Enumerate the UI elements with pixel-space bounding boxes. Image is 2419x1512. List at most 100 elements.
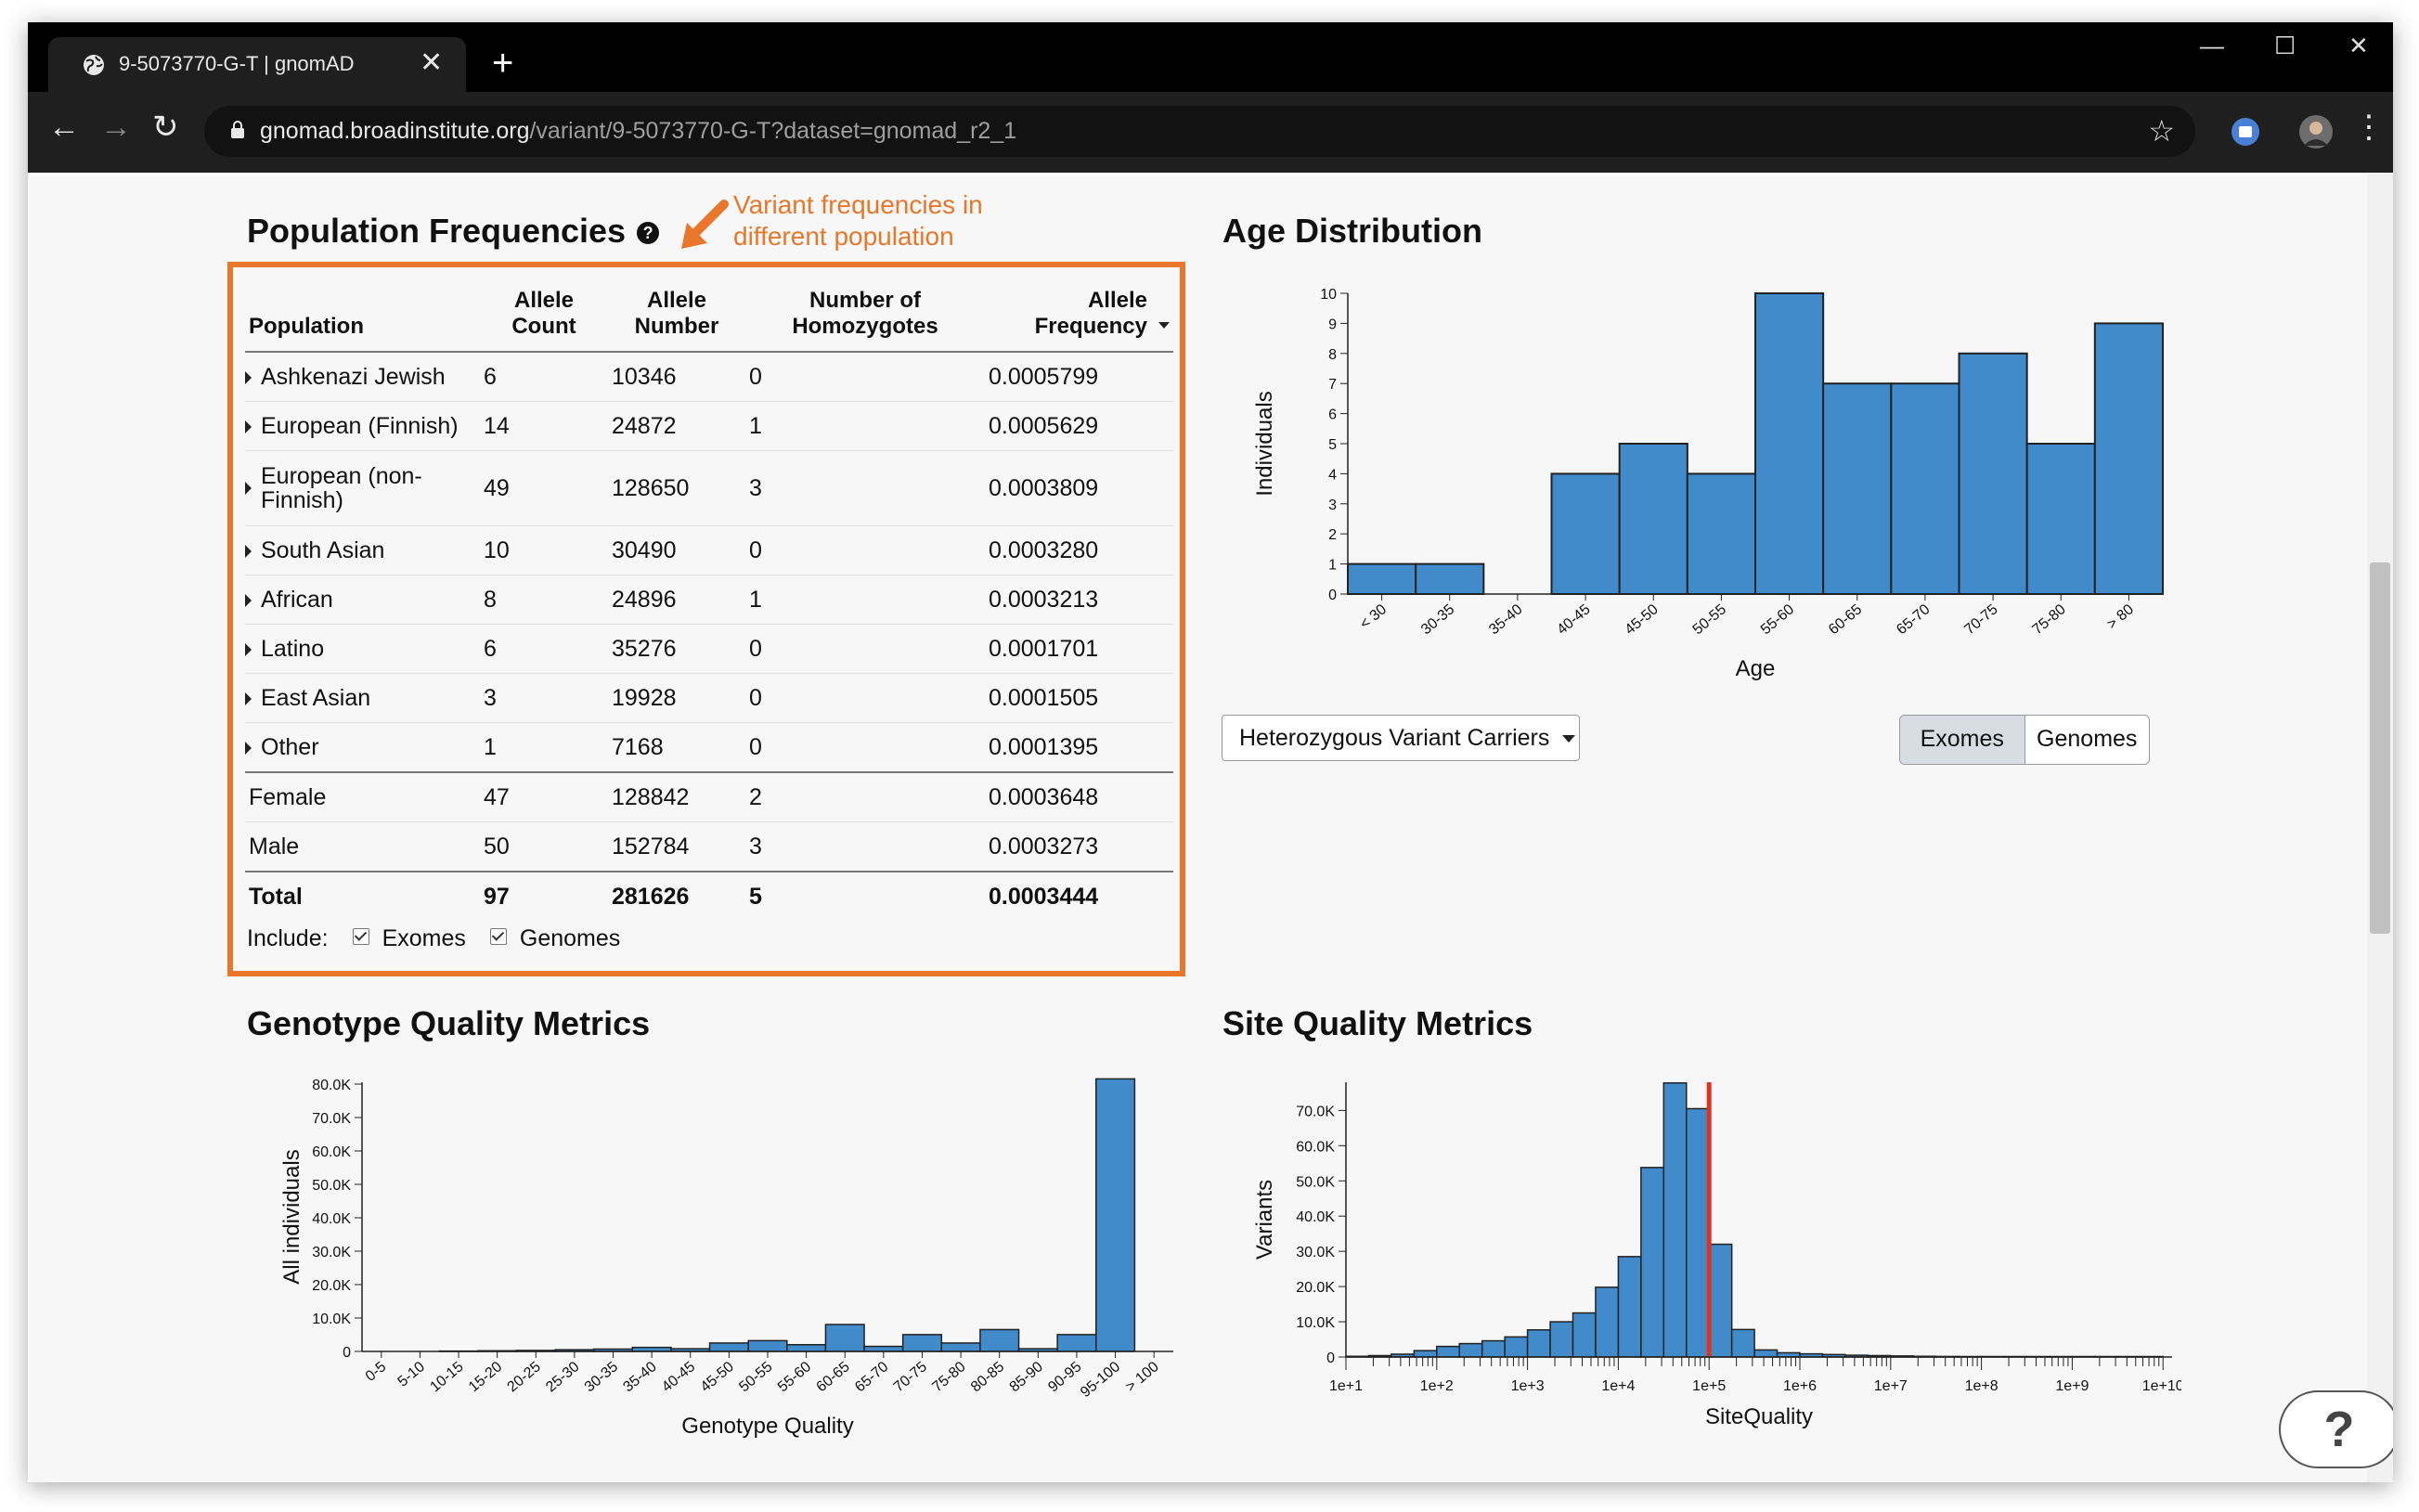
allele-number-cell: 30490 <box>608 525 745 575</box>
minimize-icon[interactable]: — <box>2200 32 2224 59</box>
scrollbar-thumb[interactable] <box>2370 562 2390 934</box>
help-button[interactable]: ? <box>2279 1390 2393 1468</box>
allele-number-cell: 35276 <box>608 624 745 674</box>
table-row[interactable]: European (Finnish) 14 24872 1 0.0005629 <box>245 401 1173 451</box>
expand-caret-icon[interactable] <box>245 370 252 384</box>
allele-number-cell-text: 35276 <box>612 635 677 662</box>
chart-bar <box>1618 443 1688 595</box>
toggle-genomes[interactable]: Genomes <box>2025 716 2150 764</box>
allele-frequency-cell-text: 0.0001395 <box>989 733 1099 760</box>
allele-count-cell: 49 <box>480 450 608 526</box>
x-tick-label: 60-65 <box>814 1359 853 1395</box>
bookmark-star-icon[interactable]: ☆ <box>2148 113 2175 149</box>
allele-count-cell: 14 <box>480 401 608 451</box>
allele-frequency-cell-text: 0.0003280 <box>989 536 1099 563</box>
homozygotes-cell: 0 <box>745 624 985 674</box>
x-axis-label: Genotype Quality <box>681 1414 853 1439</box>
population-cell: African <box>245 575 480 625</box>
include-label: Include: <box>247 925 329 951</box>
window-close-icon[interactable]: ✕ <box>2348 32 2369 59</box>
allele-frequency-cell-text: 0.0003444 <box>989 883 1099 910</box>
dataset-toggle: Exomes Genomes <box>1899 715 2150 765</box>
table-row[interactable]: South Asian 10 30490 0 0.0003280 <box>245 525 1173 575</box>
allele-number-cell-text: 24896 <box>612 586 677 613</box>
expand-caret-icon[interactable] <box>245 642 252 656</box>
new-tab-button[interactable]: + <box>492 45 513 82</box>
header-allele-number-line2: Number <box>634 314 719 339</box>
population-cell-text: African <box>261 586 333 613</box>
table-row[interactable]: Ashkenazi Jewish 6 10346 0 0.0005799 <box>245 352 1173 402</box>
maximize-icon[interactable]: ☐ <box>2274 32 2296 59</box>
toggle-exomes[interactable]: Exomes <box>1900 716 2025 764</box>
x-tick-label: 1e+9 <box>2055 1378 2089 1394</box>
table-header-row: Population Allele Count Allele Number Numb… <box>245 271 1173 353</box>
homozygotes-cell-text: 0 <box>749 363 762 390</box>
expand-caret-icon[interactable] <box>245 593 252 607</box>
allele-number-cell-text: 30490 <box>612 536 677 563</box>
x-tick-label: 30-35 <box>582 1359 621 1395</box>
table-row[interactable]: East Asian 3 19928 0 0.0001505 <box>245 673 1173 723</box>
homozygotes-cell-text: 5 <box>749 883 762 910</box>
x-tick-label: 30-35 <box>1418 601 1457 638</box>
scrollbar-track[interactable] <box>2367 173 2393 1482</box>
table-row[interactable]: Latino 6 35276 0 0.0001701 <box>245 624 1173 674</box>
exomes-checkbox[interactable] <box>352 928 369 946</box>
help-icon[interactable]: ? <box>637 222 660 245</box>
header-allele-count[interactable]: Allele Count <box>480 271 608 353</box>
expand-caret-icon[interactable] <box>245 691 252 705</box>
header-population[interactable]: Population <box>245 271 480 353</box>
expand-caret-icon[interactable] <box>245 420 252 433</box>
allele-number-cell-text: 24872 <box>612 412 677 439</box>
x-tick-label: 45-50 <box>1623 601 1662 638</box>
header-homozygotes[interactable]: Number of Homozygotes <box>745 271 985 353</box>
x-tick-label: 55-60 <box>1758 601 1797 638</box>
allele-count-cell: 6 <box>480 352 608 402</box>
allele-frequency-cell-text: 0.0003273 <box>989 833 1099 859</box>
exomes-checkbox-label[interactable]: Exomes <box>382 925 466 951</box>
chart-bar <box>1822 382 1893 595</box>
address-bar[interactable]: gnomad.broadinstitute.org/variant/9-5073… <box>204 106 2195 157</box>
y-tick-label: 3 <box>1328 498 1337 513</box>
chart-bar <box>1686 1107 1710 1358</box>
x-tick-label: < 30 <box>1357 601 1390 632</box>
x-tick-label: 70-75 <box>891 1359 930 1395</box>
allele-count-cell-text: 1 <box>484 733 497 760</box>
tab-close-icon[interactable]: ✕ <box>420 46 443 80</box>
header-allele-number[interactable]: Allele Number <box>608 271 745 353</box>
table-row[interactable]: European (non-Finnish) 49 128650 3 0.0003809 <box>245 450 1173 526</box>
annotation-line-1: Variant frequencies in <box>733 190 983 219</box>
expand-caret-icon[interactable] <box>245 544 252 558</box>
chart-bar <box>979 1328 1020 1352</box>
header-allele-frequency[interactable]: Allele Frequency <box>985 271 1173 353</box>
y-tick-label: 0 <box>1328 588 1337 603</box>
chart-bar <box>1958 352 2028 596</box>
allele-count-cell: 1 <box>480 722 608 773</box>
chart-bar <box>1753 1349 1779 1358</box>
back-icon[interactable]: ← <box>48 109 80 146</box>
y-tick-label: 9 <box>1328 317 1337 332</box>
genomes-checkbox-label[interactable]: Genomes <box>520 925 620 951</box>
browser-menu-icon[interactable]: ⋮ <box>2353 109 2385 146</box>
allele-number-cell: 24896 <box>608 575 745 625</box>
allele-count-cell: 6 <box>480 624 608 674</box>
annotation-line-2: different population <box>733 222 954 251</box>
profile-avatar[interactable] <box>2298 114 2334 149</box>
x-tick-label: 45-50 <box>698 1359 737 1395</box>
y-tick-label: 6 <box>1328 407 1337 423</box>
extension-icon[interactable] <box>2230 116 2261 148</box>
reload-icon[interactable]: ↻ <box>152 109 179 146</box>
table-row[interactable]: Other 1 7168 0 0.0001395 <box>245 722 1173 773</box>
carrier-type-dropdown[interactable]: Heterozygous Variant Carriers <box>1222 715 1580 761</box>
expand-caret-icon[interactable] <box>245 741 252 755</box>
allele-number-cell: 152784 <box>608 821 745 872</box>
browser-tab[interactable]: 9-5073770-G-T | gnomAD ✕ <box>48 37 466 92</box>
forward-icon[interactable]: → <box>100 109 132 146</box>
lock-icon <box>231 121 244 138</box>
genomes-checkbox[interactable] <box>489 928 507 946</box>
expand-caret-icon[interactable] <box>245 482 252 495</box>
table-row[interactable]: African 8 24896 1 0.0003213 <box>245 575 1173 625</box>
x-tick-label: 35-40 <box>620 1359 659 1395</box>
allele-count-cell-text: 50 <box>484 833 510 859</box>
y-tick-label: 10.0K <box>1296 1315 1335 1331</box>
allele-frequency-cell-text: 0.0003809 <box>989 474 1099 501</box>
